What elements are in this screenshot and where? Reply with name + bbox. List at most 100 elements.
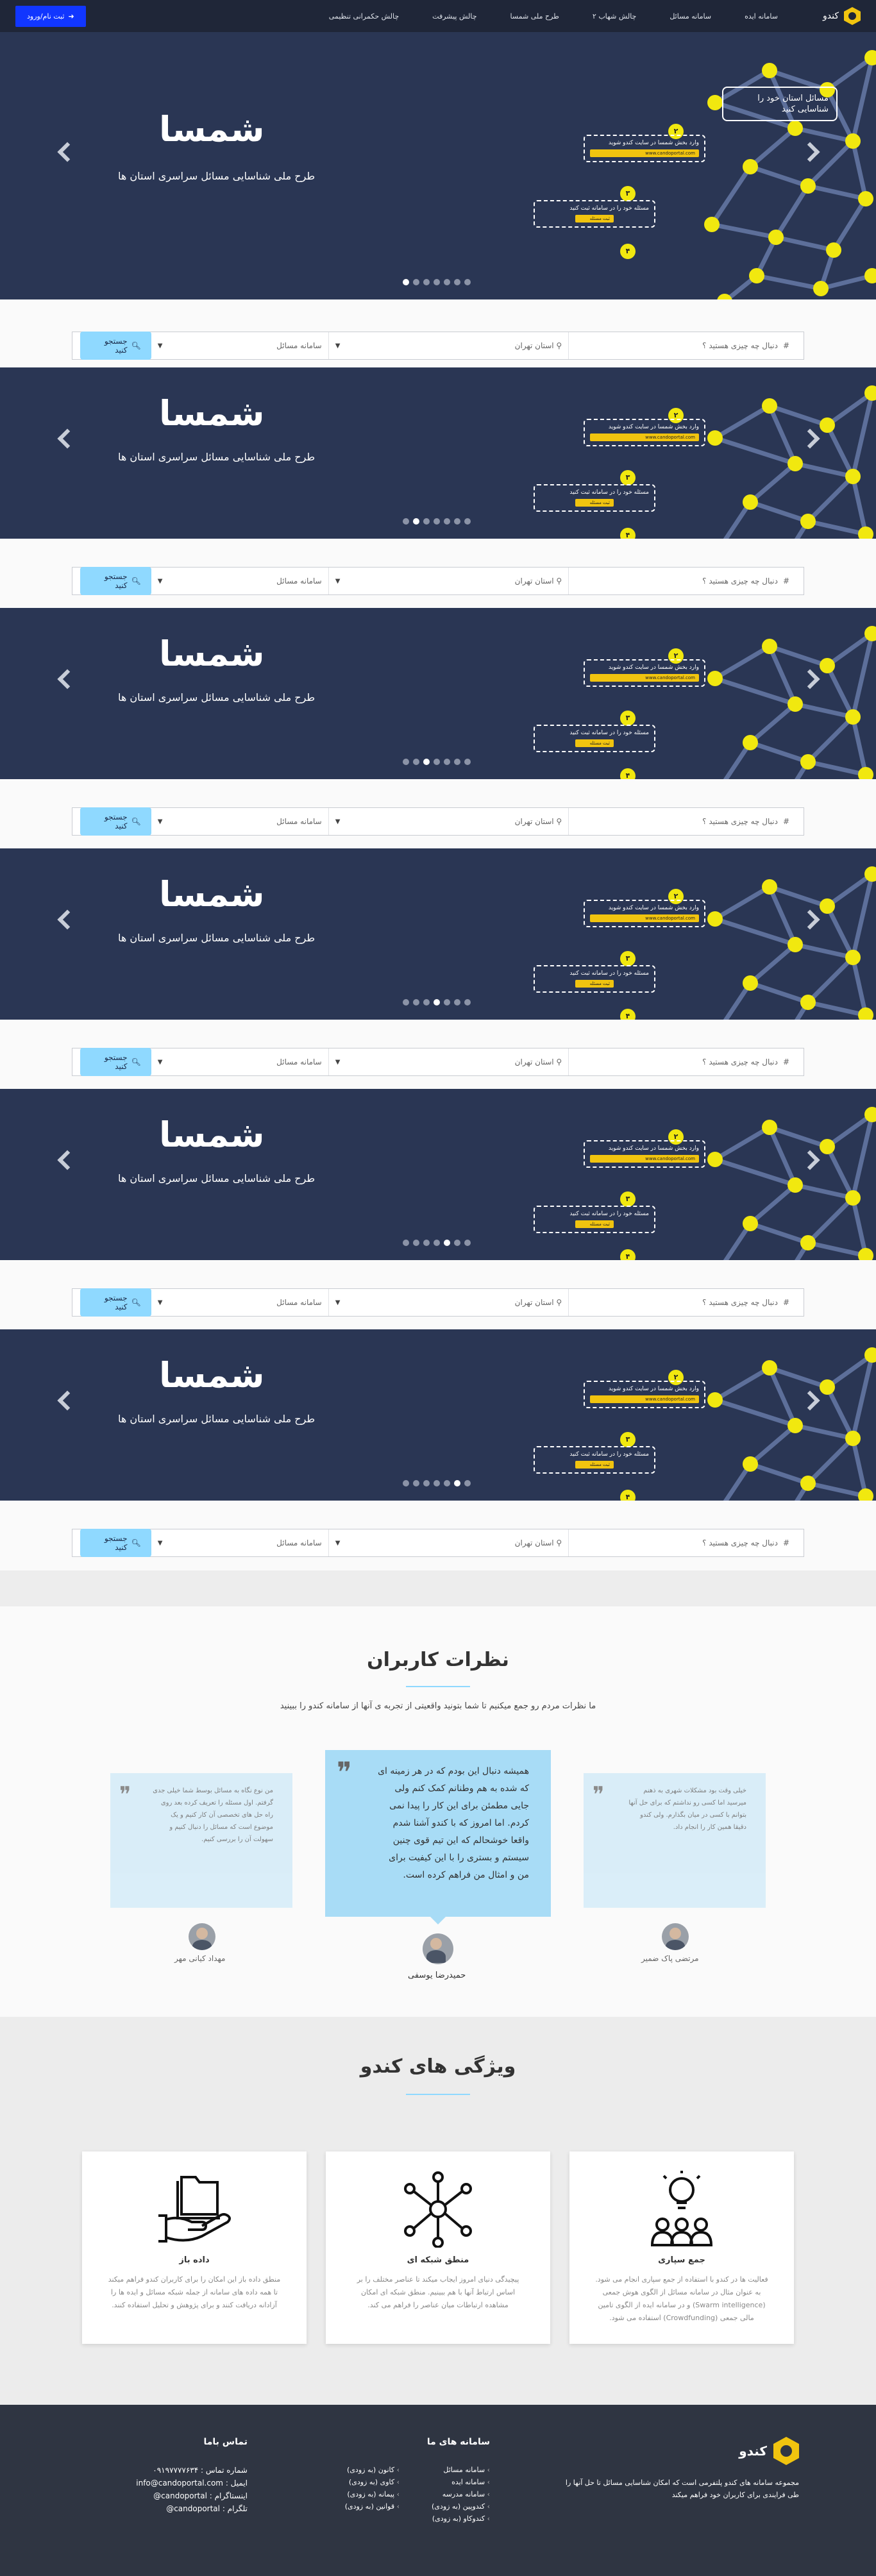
step-badge: ۳: [620, 951, 636, 966]
nav-item-shamsa[interactable]: طرح ملی شمسا: [510, 12, 559, 21]
brand[interactable]: کندو: [823, 7, 861, 25]
category-select[interactable]: سامانه مسائل ▼: [151, 568, 328, 594]
location-select[interactable]: ⚲ استان تهران ▼: [328, 568, 568, 594]
slider-dot[interactable]: [444, 759, 450, 765]
nav-item-governance[interactable]: چالش حکمرانی تنظیمی: [329, 12, 399, 21]
footer-link[interactable]: سامانه ایده: [432, 2476, 490, 2488]
hero-callout-register: مسئله خود را در سامانه ثبت کنید ثبت مسئله: [534, 484, 655, 512]
callout-url: www.candoportal.com: [590, 674, 699, 682]
search-input[interactable]: # دنبال چه چیزی هستید ؟: [568, 332, 796, 359]
location-select[interactable]: ⚲ استان تهران ▼: [328, 808, 568, 835]
callout-text: وارد بخش شمسا در سایت کندو شوید: [608, 1145, 699, 1152]
category-select[interactable]: سامانه مسائل ▼: [151, 332, 328, 359]
slider-dot[interactable]: [423, 1240, 430, 1246]
search-input[interactable]: # دنبال چه چیزی هستید ؟: [568, 1048, 796, 1075]
footer-link[interactable]: سامانه مدرسه: [432, 2488, 490, 2500]
location-select[interactable]: ⚲ استان تهران ▼: [328, 1048, 568, 1075]
slider-dot[interactable]: [434, 1480, 440, 1486]
slider-dot[interactable]: [464, 518, 471, 525]
slider-dot[interactable]: [403, 279, 409, 285]
category-value: سامانه مسائل: [276, 341, 322, 350]
search-input[interactable]: # دنبال چه چیزی هستید ؟: [568, 1529, 796, 1556]
slider-dot[interactable]: [464, 759, 471, 765]
slider-dot[interactable]: [464, 999, 471, 1006]
category-select[interactable]: سامانه مسائل ▼: [151, 1289, 328, 1316]
slider-dot[interactable]: [454, 279, 460, 285]
footer-link[interactable]: کانون (به زودی): [345, 2464, 400, 2476]
footer-link[interactable]: کندوکاو (به زودی): [432, 2513, 490, 2525]
slider-dot[interactable]: [464, 279, 471, 285]
slider-dot[interactable]: [464, 1240, 471, 1246]
footer-link[interactable]: قوانین (به زودی): [345, 2500, 400, 2513]
slider-dot[interactable]: [403, 1240, 409, 1246]
search-button[interactable]: 🔍︎ جستجو کنید: [80, 567, 151, 595]
slider-dot[interactable]: [434, 518, 440, 525]
location-select[interactable]: ⚲ استان تهران ▼: [328, 332, 568, 359]
slider-dot[interactable]: [403, 518, 409, 525]
slider-dot[interactable]: [403, 999, 409, 1006]
search-input[interactable]: # دنبال چه چیزی هستید ؟: [568, 1289, 796, 1316]
category-value: سامانه مسائل: [276, 577, 322, 585]
search-button[interactable]: 🔍︎ جستجو کنید: [80, 1048, 151, 1076]
hashtag-icon: #: [782, 1538, 789, 1547]
search-input[interactable]: # دنبال چه چیزی هستید ؟: [568, 568, 796, 594]
slider-dot[interactable]: [444, 999, 450, 1006]
nav-item-progress[interactable]: چالش پیشرفت: [432, 12, 476, 21]
slider-dot[interactable]: [454, 1480, 460, 1486]
slider-dot[interactable]: [423, 279, 430, 285]
slider-dot[interactable]: [423, 518, 430, 525]
slider-dot[interactable]: [444, 1240, 450, 1246]
search-button[interactable]: 🔍︎ جستجو کنید: [80, 1529, 151, 1557]
location-select[interactable]: ⚲ استان تهران ▼: [328, 1529, 568, 1556]
search-icon: 🔍︎: [131, 817, 141, 826]
slider-dot[interactable]: [454, 999, 460, 1006]
slider-dot[interactable]: [434, 999, 440, 1006]
footer-link[interactable]: کاوی (به زودی): [345, 2476, 400, 2488]
slider-dot[interactable]: [434, 1240, 440, 1246]
slider-dot[interactable]: [413, 279, 419, 285]
footer-link[interactable]: سامانه مسائل: [432, 2464, 490, 2476]
hero-title: شمسا: [159, 634, 265, 674]
slider-dot[interactable]: [413, 1240, 419, 1246]
slider-dot[interactable]: [454, 518, 460, 525]
slider-dot[interactable]: [434, 759, 440, 765]
slider-dot[interactable]: [423, 999, 430, 1006]
footer-link[interactable]: کندوپین (به زودی): [432, 2500, 490, 2513]
slider-dot[interactable]: [413, 1480, 419, 1486]
slider-dot[interactable]: [444, 279, 450, 285]
slider-dot[interactable]: [403, 1480, 409, 1486]
slider-dot[interactable]: [413, 759, 419, 765]
search-button-label: جستجو کنید: [104, 1293, 128, 1311]
contact-telegram[interactable]: تلگرام : candoportal@: [136, 2502, 248, 2515]
slider-dot[interactable]: [413, 999, 419, 1006]
category-select[interactable]: سامانه مسائل ▼: [151, 1529, 328, 1556]
slider-dot[interactable]: [454, 759, 460, 765]
hero-callout-visit: وارد بخش شمسا در سایت کندو شوید www.cando…: [584, 900, 705, 927]
location-select[interactable]: ⚲ استان تهران ▼: [328, 1289, 568, 1316]
footer-link[interactable]: پیمانه (به زودی): [345, 2488, 400, 2500]
slider-dot[interactable]: [423, 759, 430, 765]
slider-dot[interactable]: [413, 518, 419, 525]
slider-dot[interactable]: [434, 279, 440, 285]
category-select[interactable]: سامانه مسائل ▼: [151, 808, 328, 835]
nav-item-ideas[interactable]: سامانه ایده: [745, 12, 778, 21]
search-button[interactable]: 🔍︎ جستجو کنید: [80, 1288, 151, 1317]
contact-phone[interactable]: شماره تماس : ۰۹۱۹۷۷۷۷۶۳۴: [136, 2464, 248, 2477]
search-button-label: جستجو کنید: [104, 1534, 128, 1552]
search-button[interactable]: 🔍︎ جستجو کنید: [80, 332, 151, 360]
avatar: [662, 1923, 689, 1950]
slider-dot[interactable]: [444, 518, 450, 525]
slider-dot[interactable]: [464, 1480, 471, 1486]
slider-dot[interactable]: [444, 1480, 450, 1486]
slider-dot[interactable]: [403, 759, 409, 765]
nav-item-problems[interactable]: سامانه مسائل: [670, 12, 711, 21]
slider-dot[interactable]: [423, 1480, 430, 1486]
login-button[interactable]: ثبت نام/ورود: [15, 5, 86, 27]
contact-instagram[interactable]: اینستاگرام : candoportal@: [136, 2489, 248, 2502]
category-select[interactable]: سامانه مسائل ▼: [151, 1048, 328, 1075]
search-button[interactable]: 🔍︎ جستجو کنید: [80, 807, 151, 836]
search-input[interactable]: # دنبال چه چیزی هستید ؟: [568, 808, 796, 835]
slider-dot[interactable]: [454, 1240, 460, 1246]
nav-item-shahab[interactable]: چالش شهاب ۲: [593, 12, 636, 21]
contact-email[interactable]: ایمیل : info@candoportal.com: [136, 2477, 248, 2489]
